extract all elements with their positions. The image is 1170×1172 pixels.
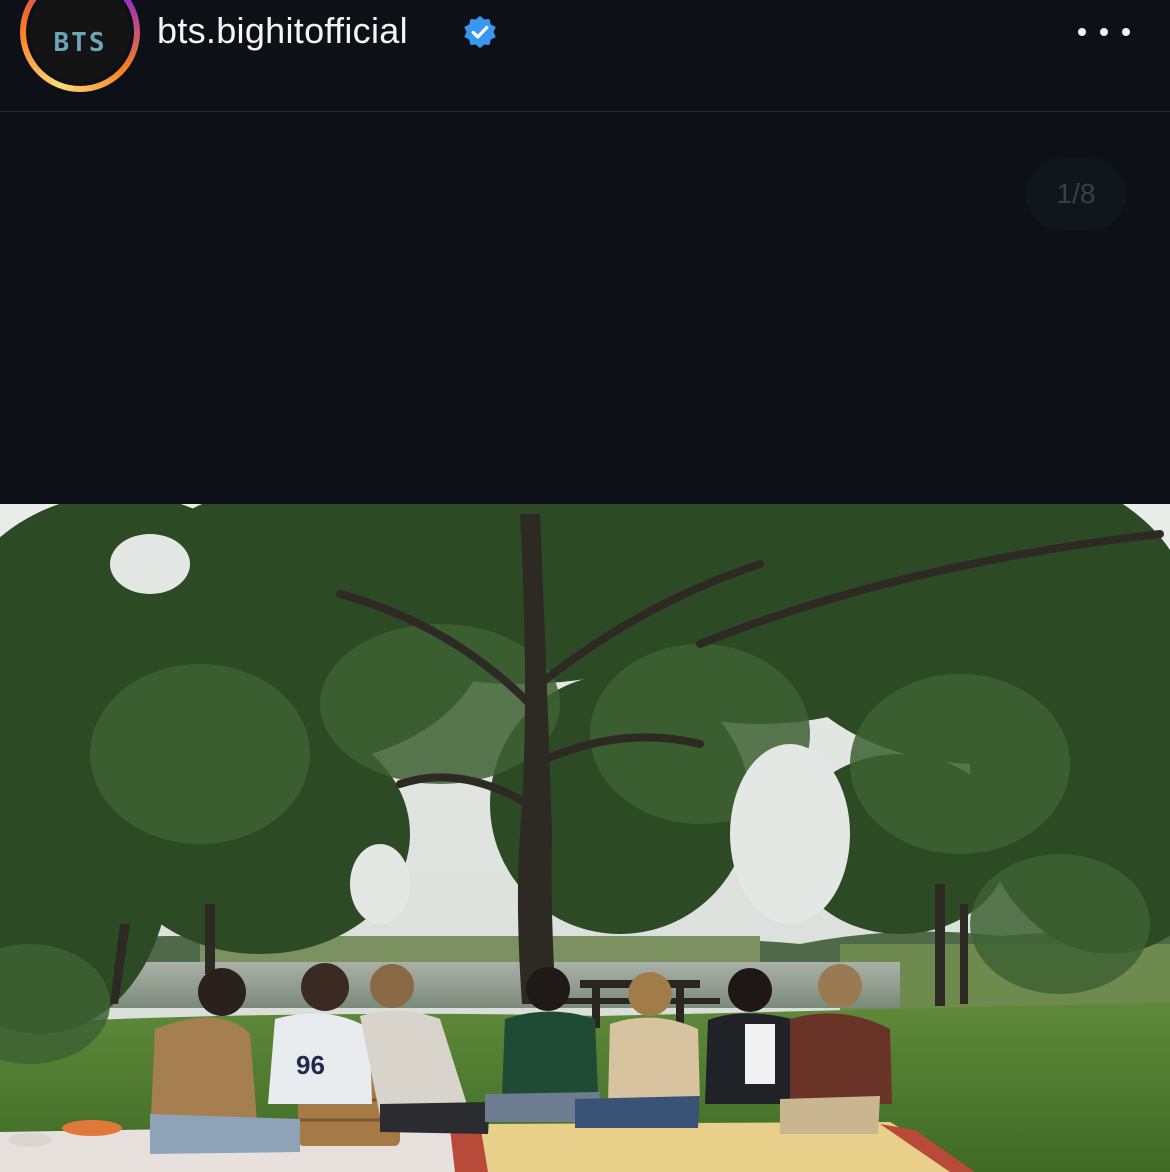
avatar-logo: BTS: [30, 0, 130, 82]
media-letterbox: [0, 112, 1170, 504]
post-header: BTS bts.bighitofficial: [0, 0, 1170, 112]
svg-text:96: 96: [296, 1050, 325, 1080]
avatar[interactable]: BTS: [26, 0, 134, 86]
photo-illustration: 96: [0, 504, 1170, 1172]
story-ring[interactable]: BTS: [20, 0, 140, 92]
verified-badge-icon: [464, 15, 496, 49]
post-photo[interactable]: 96: [0, 504, 1170, 1172]
dot: [1122, 28, 1130, 36]
carousel-counter: 1/8: [1026, 158, 1126, 230]
more-options-icon[interactable]: [1078, 20, 1130, 44]
username-link[interactable]: bts.bighitofficial: [157, 10, 408, 52]
dot: [1100, 28, 1108, 36]
dot: [1078, 28, 1086, 36]
avatar-text: BTS: [53, 28, 107, 58]
